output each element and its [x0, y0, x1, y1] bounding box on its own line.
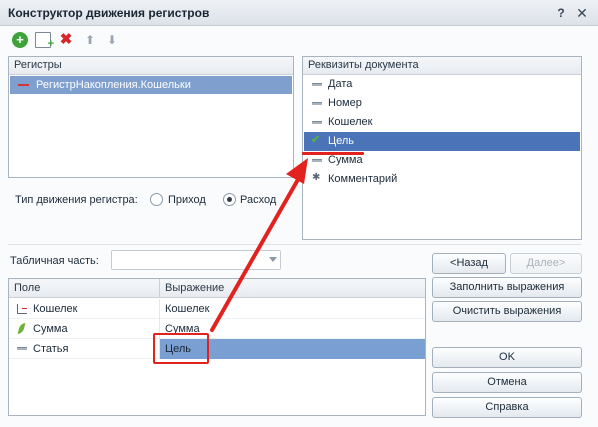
attribute-icon [17, 347, 27, 350]
field-label: Статья [33, 343, 69, 355]
attribute-icon [312, 159, 322, 162]
register-movement-wizard-window: Конструктор движения регистров ? ✕ + ✖ ⬆… [0, 0, 598, 427]
field-mapping-table: Поле Выражение Кошелек Кошелек Сумма Сум… [8, 278, 426, 416]
field-label: Кошелек [33, 303, 78, 315]
register-item-label: РегистрНакопления.Кошельки [36, 79, 191, 91]
table-row[interactable]: Кошелек Кошелек [9, 299, 425, 319]
cancel-button[interactable]: Отмена [432, 372, 582, 393]
attribute-item-goal[interactable]: ✔ Цель [304, 132, 580, 151]
attribute-item-date[interactable]: Дата [304, 75, 580, 94]
ok-button[interactable]: OK [432, 347, 582, 368]
expense-label: Расход [240, 194, 277, 206]
document-attributes-header: Реквизиты документа [303, 57, 581, 75]
table-row[interactable]: Статья Цель [9, 339, 425, 359]
divider [8, 244, 582, 245]
table-row[interactable]: Сумма Сумма [9, 319, 425, 339]
annotation-highlight-box [153, 333, 209, 364]
help-button[interactable]: Справка [432, 397, 582, 418]
attribute-item-number[interactable]: Номер [304, 94, 580, 113]
registers-list: Регистры РегистрНакопления.Кошельки [8, 56, 294, 178]
move-down-icon[interactable]: ⬇ [104, 32, 120, 48]
field-cell: Сумма [9, 319, 160, 339]
copy-icon[interactable] [35, 32, 54, 52]
back-button[interactable]: <Назад [432, 253, 506, 274]
field-cell: Кошелек [9, 299, 160, 319]
register-item[interactable]: РегистрНакопления.Кошельки [10, 76, 292, 94]
document-attributes-list: Реквизиты документа Дата Номер Кошелек ✔… [302, 56, 582, 240]
chevron-down-icon[interactable] [269, 257, 277, 262]
attribute-item-label: Цель [328, 135, 355, 147]
fill-expressions-button[interactable]: Заполнить выражения [432, 277, 582, 298]
attribute-item-comment[interactable]: ✱ Комментарий [304, 170, 580, 189]
attribute-icon [312, 102, 322, 105]
tabular-part-select[interactable] [111, 250, 281, 270]
star-icon: ✱ [312, 172, 321, 183]
next-button[interactable]: Далее> [510, 253, 582, 274]
add-icon[interactable]: + [12, 32, 28, 48]
delete-icon[interactable]: ✖ [58, 32, 74, 48]
attribute-icon [312, 83, 322, 86]
attribute-item-label: Комментарий [328, 173, 398, 185]
move-up-icon[interactable]: ⬆ [82, 32, 98, 48]
registers-header: Регистры [9, 57, 293, 75]
income-label: Приход [168, 194, 206, 206]
title-bar: Конструктор движения регистров ? ✕ [0, 0, 598, 26]
expense-radio[interactable] [223, 193, 236, 206]
resource-icon [17, 323, 26, 334]
attribute-item-label: Дата [328, 78, 353, 90]
attribute-item-label: Номер [328, 97, 362, 109]
column-header-expression[interactable]: Выражение [160, 279, 425, 298]
movement-type-label: Тип движения регистра: [15, 194, 138, 206]
attribute-item-label: Сумма [328, 154, 363, 166]
attribute-item-label: Кошелек [328, 116, 373, 128]
attribute-icon [312, 121, 322, 124]
tabular-part-label: Табличная часть: [10, 255, 99, 267]
column-header-field[interactable]: Поле [9, 279, 160, 298]
attribute-item-wallet[interactable]: Кошелек [304, 113, 580, 132]
field-cell: Статья [9, 339, 160, 359]
expression-cell[interactable]: Кошелек [160, 299, 425, 319]
window-title: Конструктор движения регистров [8, 6, 210, 20]
accumulation-register-icon [18, 84, 29, 86]
clear-expressions-button[interactable]: Очистить выражения [432, 301, 582, 322]
close-icon[interactable]: ✕ [573, 4, 591, 22]
income-radio[interactable] [150, 193, 163, 206]
help-icon[interactable]: ? [552, 4, 570, 22]
annotation-underline [302, 152, 364, 155]
check-icon: ✔ [311, 134, 321, 146]
dimension-icon [17, 304, 27, 314]
field-label: Сумма [33, 323, 68, 335]
